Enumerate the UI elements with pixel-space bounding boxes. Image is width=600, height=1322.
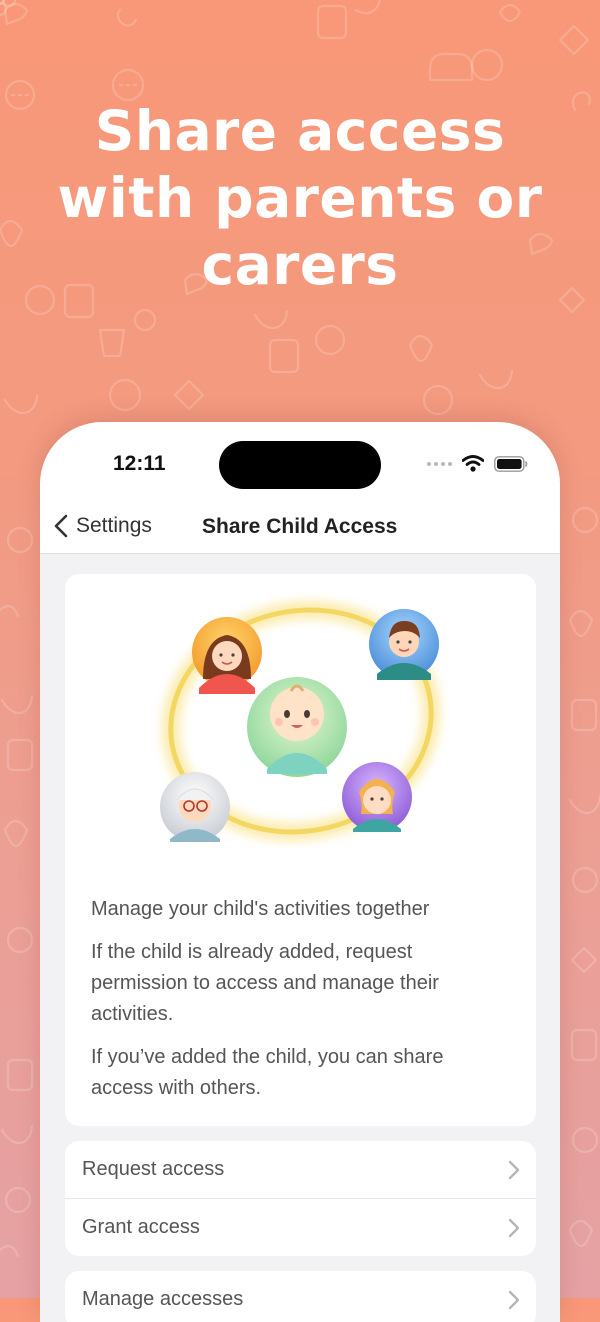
grandparent-avatar [160,772,230,842]
battery-icon [494,455,528,472]
headline-line-1: Share access [94,99,506,163]
navigation-bar: Settings Share Child Access [40,504,560,554]
signal-icon [427,461,452,466]
family-illustration [160,601,441,842]
headline: Share access with parents or carers [0,98,600,299]
headline-line-2: with parents or [57,166,543,230]
chevron-right-icon [508,1290,520,1309]
info-heading: Manage your child's activities together [91,898,430,920]
mother-avatar [192,617,262,694]
wifi-icon [462,455,484,472]
request-access-row[interactable]: Request access [65,1141,536,1198]
info-text: Manage your child's activities together … [91,894,511,1116]
info-paragraph-2: If you’ve added the child, you can share… [91,1046,444,1099]
grant-access-row[interactable]: Grant access [65,1198,536,1256]
status-icons [427,455,528,472]
back-button[interactable]: Settings [54,514,152,538]
carer-avatar [342,762,412,832]
chevron-left-icon [54,514,68,538]
chevron-right-icon [508,1218,520,1237]
back-button-label: Settings [76,514,152,537]
manage-accesses-label: Manage accesses [82,1288,244,1310]
status-time: 12:11 [113,452,166,475]
page-title: Share Child Access [202,515,398,538]
baby-avatar [247,677,347,777]
phone-frame: 12:11 Settings Share Child Access Manage… [40,422,560,1322]
info-card: Manage your child's activities together … [65,574,536,1126]
info-paragraph-1: If the child is already added, request p… [91,941,439,1025]
access-actions-group: Request access Grant access [65,1141,536,1256]
dynamic-island [219,441,381,489]
grant-access-label: Grant access [82,1216,200,1238]
chevron-right-icon [508,1160,520,1179]
request-access-label: Request access [82,1158,225,1180]
manage-accesses-row[interactable]: Manage accesses [65,1271,536,1322]
headline-line-3: carers [201,233,399,297]
manage-group: Manage accesses [65,1271,536,1322]
